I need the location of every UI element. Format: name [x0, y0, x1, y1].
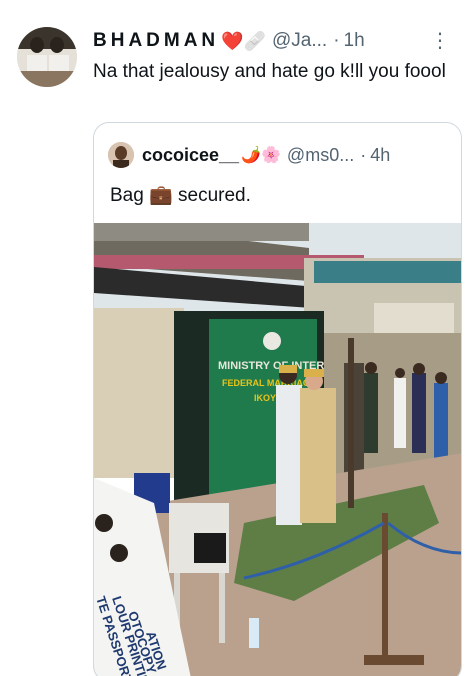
sign-line-3: IKOYI — [254, 393, 279, 403]
author-handle[interactable]: @Ja... — [272, 30, 327, 52]
tweet-text: Na that jealousy and hate go k!ll you fo… — [93, 61, 446, 82]
author-name-emoji: ❤️🩹 — [221, 30, 266, 51]
author-display-name[interactable]: BHADMAN — [93, 30, 219, 52]
author-avatar[interactable] — [17, 27, 77, 87]
tweet-timestamp[interactable]: 1h — [344, 30, 365, 52]
quoted-tweet-photo[interactable]: MINISTRY OF INTERIOR FEDERAL MARRIAGE IK… — [94, 223, 461, 676]
quoted-author-name-emoji: 🌶️🌸 — [241, 147, 281, 164]
tweet: BHADMAN ❤️🩹 @Ja... · 1h ⋮ Na that jealou… — [0, 0, 475, 676]
quoted-tweet-text: Bag 💼 secured. — [110, 185, 251, 206]
more-dots-icon[interactable]: ⋮ — [430, 28, 451, 53]
quoted-tweet[interactable]: cocoicee__ 🌶️🌸 @ms0... · 4h Bag 💼 secure… — [93, 122, 462, 676]
quoted-author-display-name[interactable]: cocoicee__ — [142, 145, 239, 166]
quoted-author-avatar[interactable] — [108, 142, 134, 168]
tweet-header: BHADMAN ❤️🩹 @Ja... · 1h ⋮ — [93, 28, 461, 54]
quoted-tweet-timestamp[interactable]: 4h — [370, 145, 390, 166]
separator-dot: · — [333, 30, 340, 51]
quoted-tweet-header: cocoicee__ 🌶️🌸 @ms0... · 4h — [108, 141, 451, 169]
quoted-separator-dot: · — [360, 144, 367, 165]
quoted-author-handle[interactable]: @ms0... — [287, 145, 354, 166]
